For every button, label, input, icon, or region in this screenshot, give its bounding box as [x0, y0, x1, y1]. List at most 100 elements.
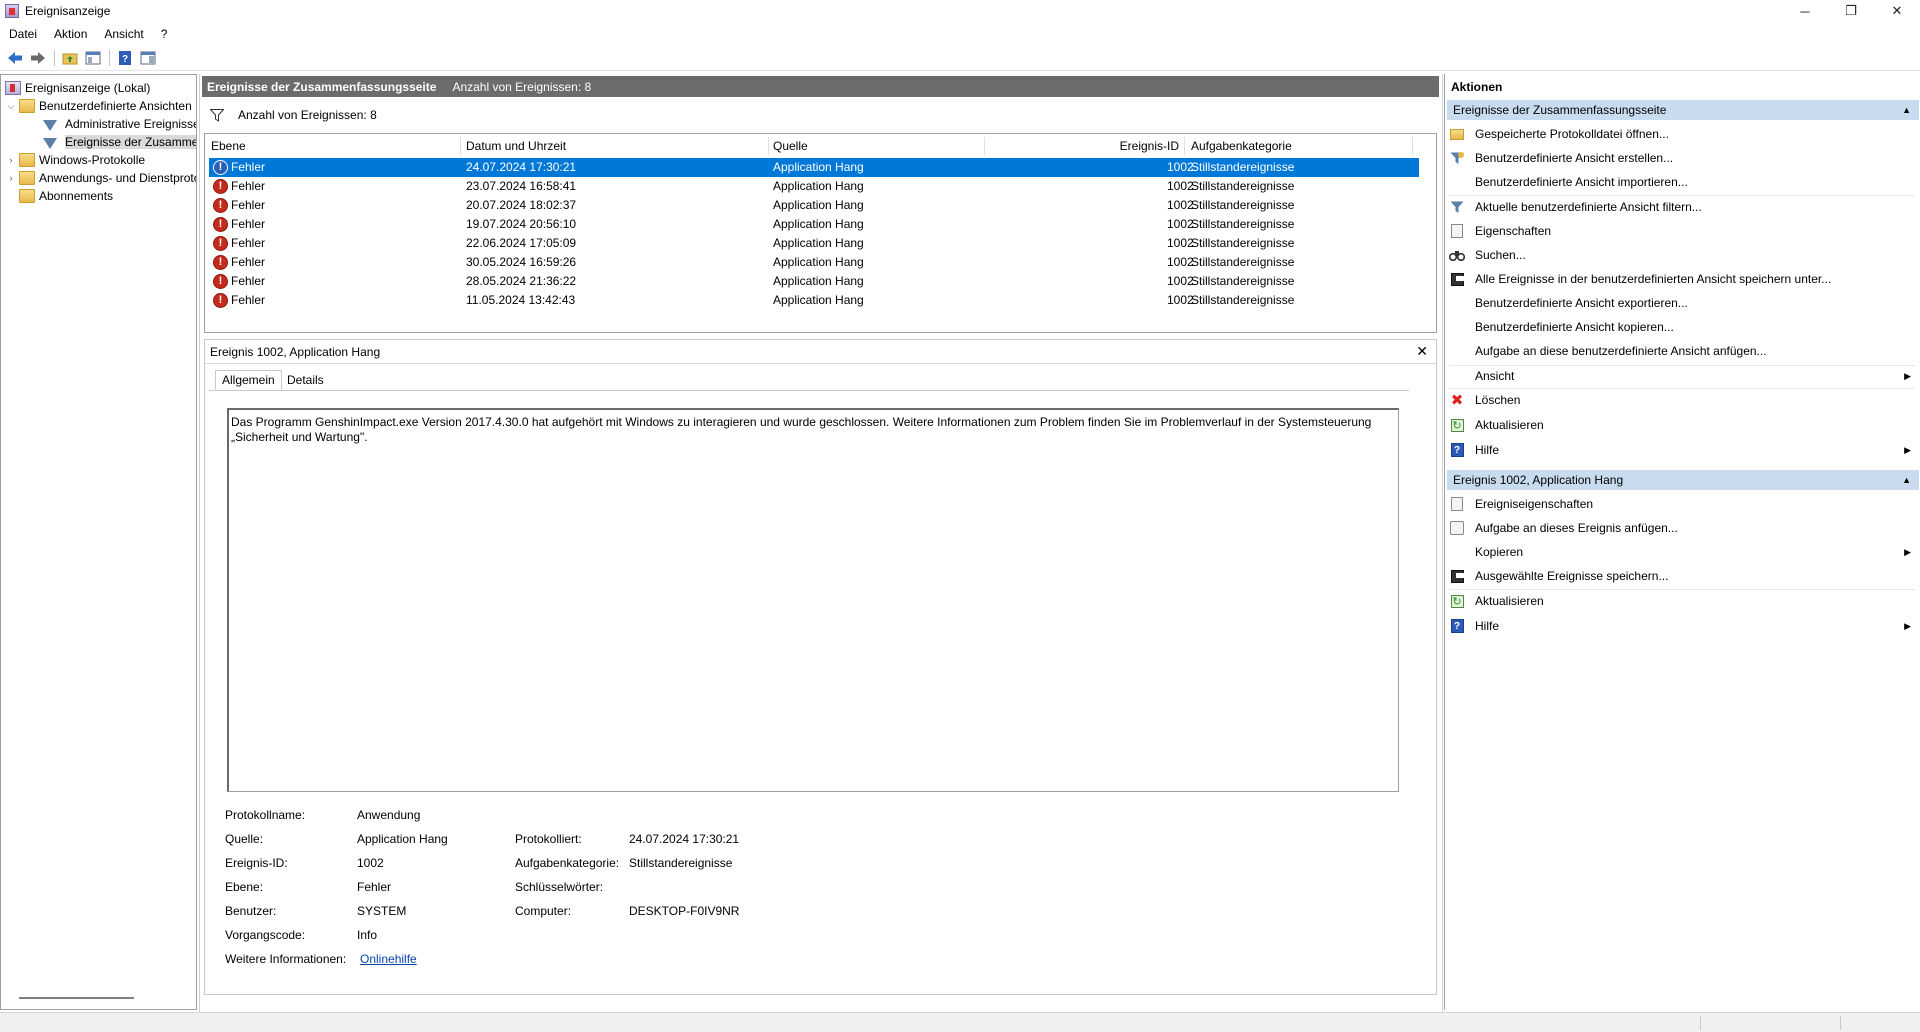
action-copy-submenu[interactable]: Kopieren ▶ [1449, 542, 1915, 562]
chevron-right-icon[interactable]: › [6, 155, 16, 165]
column-header-datetime[interactable]: Datum und Uhrzeit [466, 137, 769, 155]
action-refresh[interactable]: ↻ Aktualisieren [1449, 415, 1915, 435]
table-row[interactable]: ! Fehler 20.07.2024 18:02:37 Application… [209, 196, 1419, 215]
save-icon [1449, 271, 1465, 287]
online-help-link[interactable]: Onlinehilfe [360, 952, 417, 966]
cell-category: Stillstandereignisse [1191, 274, 1295, 288]
table-row[interactable]: ! Fehler 19.07.2024 20:56:10 Application… [209, 215, 1419, 234]
action-label: Aufgabe an diese benutzerdefinierte Ansi… [1475, 344, 1767, 358]
forward-button[interactable] [27, 48, 49, 68]
action-help-event-submenu[interactable]: ? Hilfe ▶ [1449, 616, 1915, 636]
action-attach-task-to-event[interactable]: Aufgabe an dieses Ereignis anfügen... [1449, 518, 1915, 538]
column-header-event-id[interactable]: Ereignis-ID [985, 137, 1185, 155]
action-import-custom-view[interactable]: Benutzerdefinierte Ansicht importieren..… [1449, 172, 1915, 192]
cell-event-id: 1002 [1167, 160, 1194, 174]
menu-aktion[interactable]: Aktion [45, 27, 95, 41]
cell-datetime: 20.07.2024 18:02:37 [466, 198, 577, 212]
action-create-custom-view[interactable]: Benutzerdefinierte Ansicht erstellen... [1449, 148, 1915, 168]
table-row[interactable]: ! Fehler 22.06.2024 17:05:09 Application… [209, 234, 1419, 253]
tree-item-subscriptions[interactable]: Abonnements [19, 187, 113, 205]
action-copy-custom-view[interactable]: Benutzerdefinierte Ansicht kopieren... [1449, 317, 1915, 337]
table-row[interactable]: ! Fehler 30.05.2024 16:59:26 Application… [209, 253, 1419, 272]
minimize-button[interactable]: ─ [1782, 0, 1828, 22]
value-log-name: Anwendung [357, 808, 421, 822]
action-view-submenu[interactable]: Ansicht ▶ [1449, 366, 1915, 386]
table-row[interactable]: ! Fehler 11.05.2024 13:42:43 Application… [209, 291, 1419, 310]
cell-category: Stillstandereignisse [1191, 236, 1295, 250]
action-find[interactable]: Suchen... [1449, 245, 1915, 265]
menu-ansicht[interactable]: Ansicht [95, 27, 151, 41]
action-help-submenu[interactable]: ? Hilfe ▶ [1449, 440, 1915, 460]
action-label: Aktualisieren [1475, 418, 1544, 432]
help-button[interactable]: ? [114, 48, 136, 68]
collapse-caret-icon[interactable]: ▲ [1902, 475, 1911, 485]
column-header-source[interactable]: Quelle [773, 137, 985, 155]
left-splitter[interactable] [199, 74, 200, 1012]
section-header-summary-events[interactable]: Ereignisse der Zusammenfassungsseite ▲ [1447, 100, 1919, 120]
action-properties[interactable]: Eigenschaften [1449, 221, 1915, 241]
label-more-info: Weitere Informationen: [225, 952, 347, 966]
label-user: Benutzer: [225, 904, 277, 918]
tree-item-event-viewer-local[interactable]: Ereignisanzeige (Lokal) [5, 79, 150, 97]
horizontal-scrollbar[interactable] [19, 997, 134, 999]
restore-button[interactable]: ❐ [1828, 0, 1874, 22]
action-label: Benutzerdefinierte Ansicht erstellen... [1475, 151, 1674, 165]
section-header-event-1002[interactable]: Ereignis 1002, Application Hang ▲ [1447, 470, 1919, 490]
menu-datei[interactable]: Datei [0, 27, 45, 41]
folder-icon [19, 99, 35, 113]
submenu-arrow-icon: ▶ [1904, 546, 1911, 557]
cell-category: Stillstandereignisse [1191, 255, 1295, 269]
action-refresh-event[interactable]: ↻ Aktualisieren [1449, 591, 1915, 611]
action-filter-current-view[interactable]: Aktuelle benutzerdefinierte Ansicht filt… [1449, 197, 1915, 217]
action-label: Eigenschaften [1475, 224, 1552, 238]
event-message-box[interactable]: Das Programm GenshinImpact.exe Version 2… [227, 408, 1399, 792]
cell-datetime: 11.05.2024 13:42:43 [466, 293, 576, 307]
tree-item-administrative-events[interactable]: Administrative Ereignisse [43, 115, 196, 133]
show-hide-action-pane-button[interactable] [137, 48, 159, 68]
cell-category: Stillstandereignisse [1191, 160, 1295, 174]
action-delete[interactable]: ✖ Löschen [1449, 390, 1915, 410]
column-header-level[interactable]: Ebene [211, 137, 461, 155]
close-button[interactable]: ✕ [1874, 0, 1920, 22]
show-hide-tree-button[interactable] [82, 48, 104, 68]
table-row[interactable]: ! Fehler 23.07.2024 16:58:41 Application… [209, 177, 1419, 196]
collapse-caret-icon[interactable]: ▲ [1902, 105, 1911, 115]
value-opcode: Info [357, 928, 378, 942]
action-pane-icon [140, 51, 156, 65]
error-icon: ! [213, 217, 228, 232]
table-row[interactable]: ! Fehler 28.05.2024 21:36:22 Application… [209, 272, 1419, 291]
table-row[interactable]: ! Fehler 24.07.2024 17:30:21 Application… [209, 158, 1419, 177]
cell-level: Fehler [231, 274, 266, 288]
tree-item-app-service-logs[interactable]: › Anwendungs- und Dienstprotokolle [6, 169, 196, 187]
action-export-custom-view[interactable]: Benutzerdefinierte Ansicht exportieren..… [1449, 293, 1915, 313]
back-button[interactable] [4, 48, 26, 68]
tab-details[interactable]: Details [281, 370, 330, 390]
open-folder-icon [1449, 126, 1465, 142]
tree-item-windows-logs[interactable]: › Windows-Protokolle [6, 151, 145, 169]
cell-datetime: 23.07.2024 16:58:41 [466, 179, 577, 193]
cell-event-id: 1002 [1167, 198, 1194, 212]
column-header-category[interactable]: Aufgabenkategorie [1191, 137, 1413, 155]
label-opcode: Vorgangscode: [225, 928, 306, 942]
close-detail-button[interactable]: ✕ [1416, 343, 1428, 360]
action-event-properties[interactable]: Ereigniseigenschaften [1449, 494, 1915, 514]
tree-item-summary-page-events[interactable]: Ereignisse der Zusammenfassungsseite [43, 133, 196, 151]
error-icon: ! [213, 274, 228, 289]
event-viewer-icon [5, 81, 21, 95]
chevron-right-icon[interactable]: › [6, 173, 16, 183]
submenu-arrow-icon: ▶ [1904, 444, 1911, 455]
right-splitter[interactable] [1442, 74, 1443, 1012]
menu-help[interactable]: ? [152, 27, 176, 41]
action-save-all-events[interactable]: Alle Ereignisse in der benutzerdefiniert… [1449, 269, 1915, 289]
tab-general[interactable]: Allgemein [215, 370, 282, 390]
tree-item-custom-views[interactable]: ⌵ Benutzerdefinierte Ansichten [6, 97, 192, 115]
action-open-saved-log[interactable]: Gespeicherte Protokolldatei öffnen... [1449, 124, 1915, 144]
chevron-down-icon[interactable]: ⌵ [6, 101, 16, 112]
up-folder-button[interactable] [59, 48, 81, 68]
error-icon: ! [213, 236, 228, 251]
action-save-selected-events[interactable]: Ausgewählte Ereignisse speichern... [1449, 566, 1915, 586]
toolbar-separator [109, 50, 110, 66]
status-bar [0, 1012, 1920, 1032]
action-attach-task-to-view[interactable]: Aufgabe an diese benutzerdefinierte Ansi… [1449, 341, 1915, 361]
cell-source: Application Hang [773, 293, 864, 307]
